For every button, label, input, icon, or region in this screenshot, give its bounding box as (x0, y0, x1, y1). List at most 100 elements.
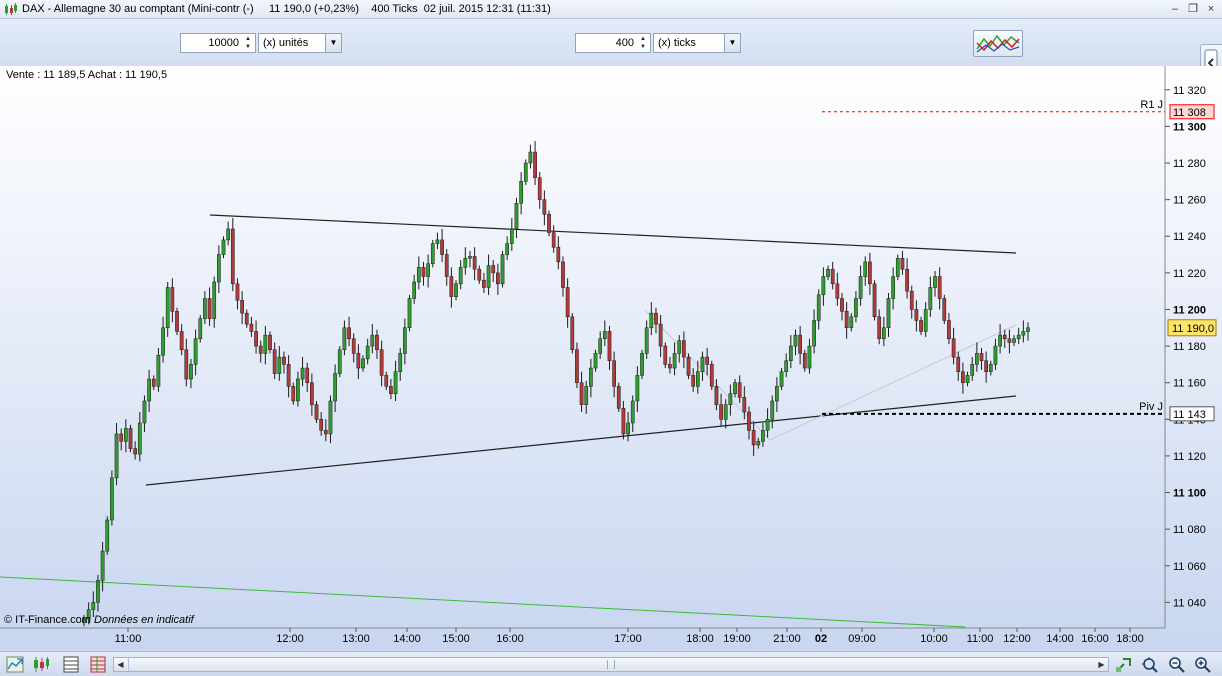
candle-body (970, 364, 975, 376)
candle-body (337, 349, 342, 374)
zoom-fit-icon[interactable] (1115, 656, 1133, 673)
candle-body (840, 298, 844, 312)
y-tick-label: 11 300 (1173, 121, 1206, 133)
spin-down-icon[interactable]: ▼ (242, 43, 254, 51)
scroll-left-icon[interactable]: ◀ (114, 658, 127, 671)
candle-body (672, 353, 677, 369)
candle-body (914, 309, 919, 321)
candle-body (775, 386, 779, 402)
candle-body (282, 356, 286, 365)
candle-body (207, 298, 212, 319)
candle-body (217, 254, 221, 283)
candle-body (537, 177, 542, 200)
candle-body (1007, 338, 1012, 343)
ticks-unit-select[interactable]: (x) ticks ▼ (653, 33, 741, 53)
x-tick-label: 17:00 (614, 633, 642, 645)
y-tick-label: 11 280 (1173, 158, 1206, 170)
candle-body (472, 256, 477, 270)
candle-body (203, 298, 207, 319)
candle-body (635, 375, 640, 402)
candle-body (793, 334, 798, 347)
ticks-stepper[interactable]: ▲ ▼ (637, 35, 649, 51)
candle-body (849, 316, 854, 329)
scroll-thumb[interactable] (128, 658, 1096, 671)
x-tick-label: 13:00 (342, 633, 370, 645)
candle-body (421, 267, 426, 277)
close-button[interactable]: × (1203, 3, 1219, 16)
candle-body (528, 151, 533, 164)
x-tick-label: 16:00 (496, 633, 524, 645)
candle-body (505, 243, 510, 255)
indicators-button[interactable] (973, 30, 1023, 57)
candle-body (872, 283, 877, 318)
candle-body (454, 283, 458, 297)
candle-body (974, 353, 979, 365)
candle-body (602, 331, 607, 340)
y-tick-label: 11 120 (1173, 451, 1206, 463)
candle-body (961, 371, 965, 383)
candle (640, 349, 644, 380)
layout-icon[interactable] (89, 656, 107, 673)
ticks-input[interactable]: 400 ▲ ▼ (575, 33, 651, 53)
bid-ask-info: Vente : 11 189,5 Achat : 11 190,5 (6, 69, 168, 81)
zoom-cursor-icon[interactable] (1141, 656, 1159, 673)
candle-body (165, 287, 170, 329)
level-price-label: 11 143 (1173, 409, 1206, 421)
candle-body (988, 364, 993, 372)
quantity-input[interactable]: 10000 ▲ ▼ (180, 33, 256, 53)
candle-style-icon[interactable] (32, 656, 50, 673)
candle-body (175, 311, 179, 332)
chevron-down-icon[interactable]: ▼ (325, 34, 341, 52)
x-tick-label: 16:00 (1081, 633, 1109, 645)
candle-body (686, 356, 691, 376)
candle-body (612, 360, 616, 387)
ticks-value: 400 (615, 37, 634, 49)
spin-up-icon[interactable]: ▲ (242, 35, 254, 43)
candle-body (393, 371, 398, 394)
candle-body (649, 312, 654, 329)
quantity-unit-select[interactable]: (x) unités ▼ (258, 33, 342, 53)
candle-body (416, 267, 421, 283)
chart-panel[interactable]: 11 04011 06011 08011 10011 12011 14011 1… (0, 66, 1222, 651)
candle-body (621, 408, 626, 435)
candle-body (556, 246, 561, 263)
x-tick-label: 14:00 (1046, 633, 1074, 645)
candle-body (770, 400, 775, 420)
candle-body (881, 327, 886, 340)
spin-down-icon[interactable]: ▼ (637, 43, 649, 51)
candle-body (765, 419, 770, 431)
candle-body (407, 298, 412, 329)
candle-body (365, 345, 370, 360)
candle-body (723, 404, 728, 420)
x-tick-label: 21:00 (773, 633, 801, 645)
window-title: DAX - Allemagne 30 au comptant (Mini-con… (22, 3, 551, 15)
scroll-right-icon[interactable]: ▶ (1095, 658, 1108, 671)
candle-body (565, 287, 570, 318)
grid-icon[interactable] (62, 656, 80, 673)
candle-body (891, 276, 895, 299)
restore-button[interactable]: ❐ (1185, 3, 1201, 16)
candle (198, 314, 203, 343)
chart-type-icon[interactable] (6, 656, 24, 673)
candle-body (323, 430, 328, 435)
price-chart[interactable]: 11 04011 06011 08011 10011 12011 14011 1… (0, 66, 1222, 651)
candle-body (482, 279, 486, 288)
candle-body (379, 349, 384, 376)
candle-body (230, 228, 235, 285)
horizontal-scrollbar[interactable]: ◀ ▶ (113, 657, 1109, 672)
chevron-down-icon[interactable]: ▼ (724, 34, 740, 52)
minimize-button[interactable]: – (1167, 3, 1183, 16)
zoom-out-icon[interactable] (1168, 656, 1186, 673)
quantity-stepper[interactable]: ▲ ▼ (242, 35, 254, 51)
candle-body (714, 386, 719, 405)
zoom-in-icon[interactable] (1194, 656, 1212, 673)
spin-up-icon[interactable]: ▲ (637, 35, 649, 43)
candle-body (240, 300, 244, 314)
candle-body (900, 257, 905, 270)
candle (430, 239, 435, 268)
candle-body (947, 320, 951, 340)
candle-body (463, 257, 468, 268)
candle-body (444, 254, 449, 277)
candle-body (496, 272, 500, 285)
x-tick-label: 12:00 (276, 633, 304, 645)
